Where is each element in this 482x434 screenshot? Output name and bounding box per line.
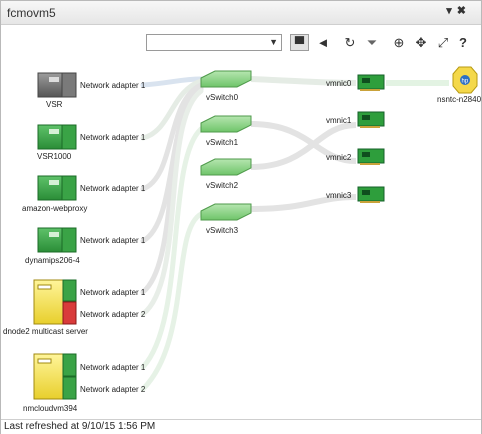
vm-name: dynamips206-4 xyxy=(25,256,80,265)
vm-dnode2-multicast-server[interactable]: Network adapter 1 Network adapter 2 dnod… xyxy=(3,279,146,336)
topology-canvas[interactable]: Network adapter 1 VSR Network adapter 1 … xyxy=(1,56,481,419)
adapter-label: Network adapter 1 xyxy=(80,288,146,297)
uplink-label: nsntc-n2840-l xyxy=(437,95,481,104)
adapter-label: Network adapter 1 xyxy=(80,81,146,90)
vswitch-0[interactable]: vSwitch0 xyxy=(200,70,252,102)
vm-dynamips206-4[interactable]: Network adapter 1 dynamips206-4 xyxy=(25,227,146,265)
comment-icon[interactable]: ▀ xyxy=(290,34,309,51)
vswitch-label: vSwitch2 xyxy=(206,181,239,190)
uplink-badge: hp xyxy=(462,79,469,85)
topology-graph[interactable]: Network adapter 1 VSR Network adapter 1 … xyxy=(1,56,481,419)
adapter-label: Network adapter 1 xyxy=(80,236,146,245)
adapter-label: Network adapter 2 xyxy=(80,385,146,394)
expand-icon[interactable]: ⤢ xyxy=(435,34,451,51)
zoom-in-icon[interactable]: ⊕ xyxy=(391,34,407,51)
adapter-label: Network adapter 1 xyxy=(80,133,146,142)
vswitch-3[interactable]: vSwitch3 xyxy=(200,203,252,235)
panel-titlebar: fcmovm5 ▾ ✖ xyxy=(1,1,481,25)
vm-vsr1000[interactable]: Network adapter 1 VSR1000 xyxy=(37,124,146,161)
help-icon[interactable]: ? xyxy=(456,34,470,51)
vm-switch-links xyxy=(140,76,204,392)
filter-select[interactable]: ▼ xyxy=(146,34,282,51)
filter-icon[interactable]: ⏷ xyxy=(364,34,380,51)
vm-amazon-webproxy[interactable]: Network adapter 1 amazon-webproxy xyxy=(22,175,146,213)
vm-name: amazon-webproxy xyxy=(22,204,87,213)
adapter-label: Network adapter 1 xyxy=(80,363,146,372)
vswitch-label: vSwitch0 xyxy=(206,93,239,102)
plug-icon[interactable]: ◄ xyxy=(315,34,331,51)
vm-vsr[interactable]: Network adapter 1 VSR xyxy=(37,72,146,109)
panel-title: fcmovm5 xyxy=(7,6,56,20)
vmnic-label: vmnic1 xyxy=(326,116,352,125)
vm-name: dnode2 multicast server xyxy=(3,327,88,336)
refresh-icon[interactable]: ↻ xyxy=(342,34,358,51)
panel-controls[interactable]: ▾ ✖ xyxy=(446,4,467,17)
move-icon[interactable]: ✥ xyxy=(413,34,429,51)
vmnic-label: vmnic3 xyxy=(326,191,352,200)
status-bar: Last refreshed at 9/10/15 1:56 PM xyxy=(1,419,481,434)
switch-nic-links xyxy=(250,76,449,212)
network-topology-panel: fcmovm5 ▾ ✖ ▼ ▀ ◄ ↻ ⏷ ⊕ ✥ ⤢ ? Network ad… xyxy=(0,0,482,434)
vm-name: VSR xyxy=(46,100,63,109)
vmnic-label: vmnic2 xyxy=(326,153,352,162)
vm-name: VSR1000 xyxy=(37,152,72,161)
adapter-label: Network adapter 1 xyxy=(80,184,146,193)
vm-name: nmcloudvm394 xyxy=(23,404,78,413)
vswitch-2[interactable]: vSwitch2 xyxy=(200,158,252,190)
vswitch-1[interactable]: vSwitch1 xyxy=(200,115,252,147)
vswitch-label: vSwitch1 xyxy=(206,138,239,147)
chevron-down-icon[interactable]: ▼ xyxy=(269,37,278,47)
vm-nmcloudvm394[interactable]: Network adapter 1 Network adapter 2 nmcl… xyxy=(23,353,146,413)
vswitch-label: vSwitch3 xyxy=(206,226,239,235)
adapter-label: Network adapter 2 xyxy=(80,310,146,319)
vmnic-label: vmnic0 xyxy=(326,79,352,88)
last-refreshed-text: Last refreshed at 9/10/15 1:56 PM xyxy=(4,421,156,432)
